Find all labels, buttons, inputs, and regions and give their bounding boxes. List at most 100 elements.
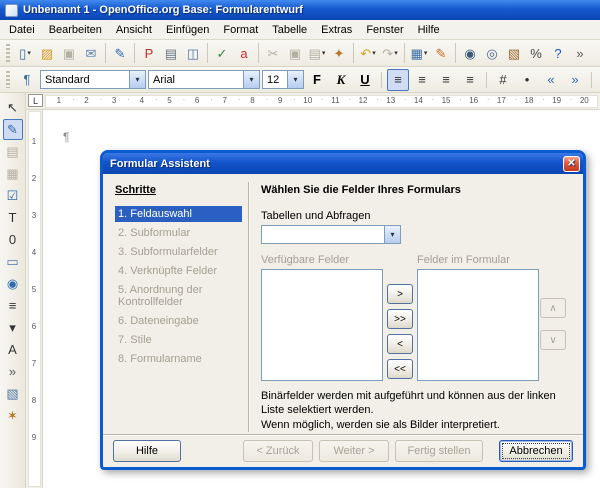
more-controls-icon[interactable]: » [3, 361, 23, 382]
wizard-icon[interactable]: ✶ [3, 405, 23, 426]
numbered-list-icon[interactable]: # [492, 69, 514, 91]
export-pdf-icon[interactable]: P [138, 42, 160, 64]
vertical-ruler-track[interactable]: 1 2 3 4 5 6 7 [28, 111, 41, 487]
form-fields-list[interactable] [417, 269, 539, 381]
push-button-icon[interactable]: ▭ [3, 251, 23, 272]
copy-icon[interactable]: ▣ [284, 42, 306, 64]
control-properties-icon[interactable]: ▤ [3, 141, 23, 162]
form-design-icon[interactable]: ▧ [3, 383, 23, 404]
undo-icon[interactable]: ↶ ▾ [357, 42, 379, 64]
tab-stop-selector[interactable]: L [28, 94, 43, 107]
step-1-feldauswahl[interactable]: 1. Feldauswahl [115, 206, 242, 222]
save-icon[interactable]: ▣ [58, 42, 80, 64]
help-button[interactable]: Hilfe [113, 440, 181, 462]
toolbar-grip[interactable] [6, 71, 10, 89]
menu-datei[interactable]: Datei [2, 22, 42, 38]
combo-dropdown-icon[interactable]: ▾ [287, 71, 303, 88]
find-replace-icon[interactable]: ◉ [459, 42, 481, 64]
move-left-button[interactable]: < [387, 334, 413, 354]
step-5-anordnung-der-kontrollfelder[interactable]: 5. Anordnung der Kontrollfelder [115, 282, 242, 310]
edit-file-icon[interactable]: ✎ [109, 42, 131, 64]
menu-ansicht[interactable]: Ansicht [109, 22, 159, 38]
list-box-icon[interactable]: ≡ [3, 295, 23, 316]
italic-icon[interactable]: K [330, 69, 352, 91]
combo-box-icon[interactable]: ▾ [3, 317, 23, 338]
horizontal-ruler-track[interactable]: 1 2 3 4 5 6 7 8 [45, 95, 598, 108]
menu-extras[interactable]: Extras [314, 22, 359, 38]
paragraph-style-select[interactable]: Standard ▾ [40, 70, 146, 89]
form-properties-icon[interactable]: ▦ [3, 163, 23, 184]
finish-button[interactable]: Fertig stellen [395, 440, 483, 462]
horizontal-ruler[interactable]: L 1 2 3 4 5 6 7 [26, 93, 600, 110]
combo-dropdown-icon[interactable]: ▾ [129, 71, 145, 88]
draw-functions-icon[interactable]: ✎ [430, 42, 452, 64]
gallery-icon[interactable]: ▧ [503, 42, 525, 64]
redo-icon[interactable]: ↷ ▾ [379, 42, 401, 64]
page-preview-icon[interactable]: ◫ [182, 42, 204, 64]
menu-hilfe[interactable]: Hilfe [411, 22, 447, 38]
step-4-verknuepfte-felder[interactable]: 4. Verknüpfte Felder [115, 263, 242, 279]
step-6-dateneingabe[interactable]: 6. Dateneingabe [115, 313, 242, 329]
cancel-button[interactable]: Abbrechen [499, 440, 573, 462]
align-center-icon[interactable]: ≡ [411, 69, 433, 91]
menu-einfuegen[interactable]: Einfügen [159, 22, 216, 38]
decrease-indent-icon[interactable]: « [540, 69, 562, 91]
align-right-icon[interactable]: ≡ [435, 69, 457, 91]
move-all-right-button[interactable]: >> [387, 309, 413, 329]
zoom-icon[interactable]: % [525, 42, 547, 64]
paragraph-styles-icon[interactable]: ¶ [16, 69, 38, 91]
text-box-icon[interactable]: T [3, 207, 23, 228]
font-name-select[interactable]: Arial ▾ [148, 70, 260, 89]
menu-fenster[interactable]: Fenster [359, 22, 410, 38]
toolbar-grip[interactable] [6, 44, 10, 62]
autospellcheck-icon[interactable]: a [233, 42, 255, 64]
step-8-formularname[interactable]: 8. Formularname [115, 351, 242, 367]
open-icon[interactable]: ▨ [36, 42, 58, 64]
new-document-icon[interactable]: ▯ ▾ [14, 42, 36, 64]
increase-indent-icon[interactable]: » [564, 69, 586, 91]
check-box-icon[interactable]: ☑ [3, 185, 23, 206]
font-size-select[interactable]: 12 ▾ [262, 70, 304, 89]
combo-dropdown-icon[interactable]: ▾ [243, 71, 259, 88]
menu-tabelle[interactable]: Tabelle [265, 22, 314, 38]
step-2-subformular[interactable]: 2. Subformular [115, 225, 242, 241]
move-all-left-button[interactable]: << [387, 359, 413, 379]
title-bar[interactable]: Unbenannt 1 - OpenOffice.org Base: Formu… [0, 0, 600, 20]
step-3-subformularfelder[interactable]: 3. Subformularfelder [115, 244, 242, 260]
spellcheck-icon[interactable]: ✓ [211, 42, 233, 64]
bullet-list-icon[interactable]: • [516, 69, 538, 91]
table-icon[interactable]: ▦ ▾ [408, 42, 430, 64]
close-icon[interactable]: ✕ [563, 156, 580, 172]
cut-icon[interactable]: ✂ [262, 42, 284, 64]
dialog-title-bar[interactable]: Formular Assistent ✕ [103, 153, 583, 174]
design-mode-icon[interactable]: ✎ [3, 119, 23, 140]
align-left-icon[interactable]: ≡ [387, 69, 409, 91]
justify-icon[interactable]: ≡ [459, 69, 481, 91]
underline-icon[interactable]: U [354, 69, 376, 91]
next-button[interactable]: Weiter > [319, 440, 389, 462]
paste-icon[interactable]: ▤ ▾ [306, 42, 328, 64]
format-paintbrush-icon[interactable]: ✦ [328, 42, 350, 64]
select-icon[interactable]: ↖ [3, 97, 23, 118]
menu-bearbeiten[interactable]: Bearbeiten [42, 22, 109, 38]
formatted-field-icon[interactable]: 0 [3, 229, 23, 250]
navigator-icon[interactable]: ◎ [481, 42, 503, 64]
bold-icon[interactable]: F [306, 69, 328, 91]
back-button[interactable]: < Zurück [243, 440, 313, 462]
option-button-icon[interactable]: ◉ [3, 273, 23, 294]
ruler-number: 9 [28, 433, 41, 470]
help-icon[interactable]: ? [547, 42, 569, 64]
move-down-button[interactable]: ∨ [540, 330, 566, 350]
vertical-ruler[interactable]: 1 2 3 4 5 6 7 [26, 110, 43, 488]
available-fields-list[interactable] [261, 269, 383, 381]
email-icon[interactable]: ✉ [80, 42, 102, 64]
label-field-icon[interactable]: A [3, 339, 23, 360]
step-7-stile[interactable]: 7. Stile [115, 332, 242, 348]
move-right-button[interactable]: > [387, 284, 413, 304]
combo-dropdown-icon[interactable]: ▾ [384, 226, 400, 243]
tables-queries-select[interactable]: ▾ [261, 225, 401, 244]
move-up-button[interactable]: ∧ [540, 298, 566, 318]
print-icon[interactable]: ▤ [160, 42, 182, 64]
toolbar-overflow-icon[interactable]: » [569, 42, 591, 64]
menu-format[interactable]: Format [216, 22, 265, 38]
